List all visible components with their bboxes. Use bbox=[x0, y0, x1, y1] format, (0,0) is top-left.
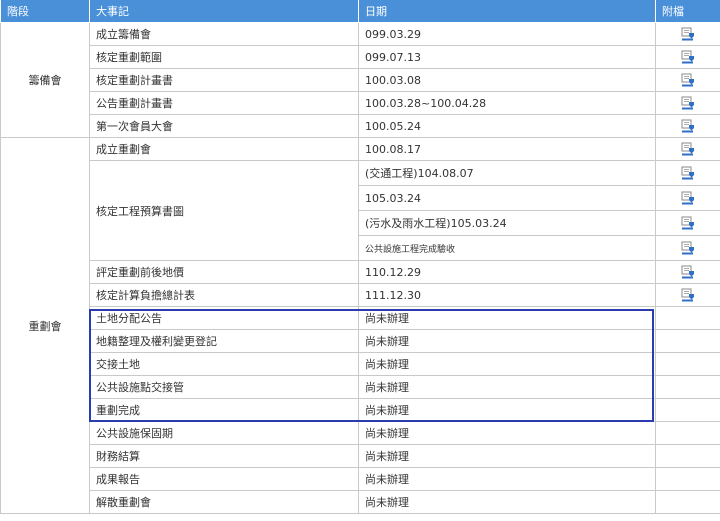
date-cell: 110.12.29 bbox=[358, 260, 656, 284]
event-cell: 公共設施點交接管 bbox=[89, 375, 359, 399]
table-row: 核定工程預算書圖 (交通工程)104.08.07 bbox=[1, 160, 720, 261]
table-row: 核定重劃計畫書 100.03.08 bbox=[1, 68, 720, 92]
table-row: 交接土地 尚未辦理 bbox=[1, 352, 720, 376]
event-cell: 成果報告 bbox=[89, 467, 359, 491]
event-cell: 土地分配公告 bbox=[89, 306, 359, 330]
attachment-cell bbox=[655, 91, 720, 115]
event-cell: 核定重劃計畫書 bbox=[89, 68, 359, 92]
table-row: 評定重劃前後地價 110.12.29 bbox=[1, 260, 720, 284]
header-stage: 階段 bbox=[0, 0, 90, 23]
event-cell: 解散重劃會 bbox=[89, 490, 359, 514]
attachment-cell bbox=[655, 68, 720, 92]
download-icon[interactable] bbox=[681, 73, 695, 87]
download-icon[interactable] bbox=[681, 96, 695, 110]
milestone-page: 階段 大事記 日期 附檔 籌備會 成立籌備會 099.03.29 核定重劃範圍 … bbox=[0, 0, 720, 521]
download-icon[interactable] bbox=[681, 50, 695, 64]
date-cell: 尚未辦理 bbox=[358, 352, 656, 376]
attachment-cell bbox=[655, 45, 720, 69]
table-row: 解散重劃會 尚未辦理 bbox=[1, 490, 720, 514]
date-cell: 099.03.29 bbox=[358, 22, 656, 46]
attachment-cell bbox=[655, 160, 720, 186]
event-cell: 重劃完成 bbox=[89, 398, 359, 422]
table-row: 公共設施保固期 尚未辦理 bbox=[1, 421, 720, 445]
date-cell: 100.03.08 bbox=[358, 68, 656, 92]
date-cell: 100.05.24 bbox=[358, 114, 656, 138]
attachment-cell bbox=[655, 329, 720, 353]
date-cell: 105.03.24 bbox=[358, 185, 656, 211]
header-date: 日期 bbox=[358, 0, 656, 23]
date-cell: (交通工程)104.08.07 bbox=[358, 160, 656, 186]
event-cell: 公告重劃計畫書 bbox=[89, 91, 359, 115]
download-icon[interactable] bbox=[681, 119, 695, 133]
table-row: 重劃會 成立重劃會 100.08.17 bbox=[0, 137, 720, 514]
attachment-cell bbox=[655, 22, 720, 46]
date-cell: 尚未辦理 bbox=[358, 306, 656, 330]
attachment-cell bbox=[655, 283, 720, 307]
download-icon[interactable] bbox=[681, 241, 695, 255]
date-cell: 100.08.17 bbox=[358, 137, 656, 161]
date-cell: 尚未辦理 bbox=[358, 421, 656, 445]
date-cell: 尚未辦理 bbox=[358, 444, 656, 468]
event-cell: 第一次會員大會 bbox=[89, 114, 359, 138]
header-event: 大事記 bbox=[89, 0, 359, 23]
attachment-cell bbox=[655, 235, 720, 261]
download-icon[interactable] bbox=[681, 265, 695, 279]
attachment-cell bbox=[655, 375, 720, 399]
stage-cell: 重劃會 bbox=[0, 137, 90, 514]
download-icon[interactable] bbox=[681, 216, 695, 230]
attachment-cell bbox=[655, 137, 720, 161]
attachment-cell bbox=[655, 398, 720, 422]
download-icon[interactable] bbox=[681, 166, 695, 180]
attachment-cell bbox=[655, 210, 720, 236]
attachment-cell bbox=[655, 260, 720, 284]
event-cell: 評定重劃前後地價 bbox=[89, 260, 359, 284]
event-cell: 地籍整理及權利變更登記 bbox=[89, 329, 359, 353]
event-cell: 核定工程預算書圖 bbox=[89, 160, 359, 261]
event-cell: 成立籌備會 bbox=[89, 22, 359, 46]
table-row: 第一次會員大會 100.05.24 bbox=[1, 114, 720, 138]
date-cell: 111.12.30 bbox=[358, 283, 656, 307]
attachment-cell bbox=[655, 352, 720, 376]
date-cell: 100.03.28~100.04.28 bbox=[358, 91, 656, 115]
table-header: 階段 大事記 日期 附檔 bbox=[0, 0, 720, 23]
event-cell: 交接土地 bbox=[89, 352, 359, 376]
event-cell: 成立重劃會 bbox=[89, 137, 359, 161]
event-cell: 核定重劃範圍 bbox=[89, 45, 359, 69]
event-cell: 財務結算 bbox=[89, 444, 359, 468]
date-cell: 尚未辦理 bbox=[358, 398, 656, 422]
table-row: 成果報告 尚未辦理 bbox=[1, 467, 720, 491]
table-row: 籌備會 成立籌備會 099.03.29 bbox=[0, 22, 720, 138]
table-row: 重劃完成 尚未辦理 bbox=[1, 398, 720, 422]
date-cell: 尚未辦理 bbox=[358, 490, 656, 514]
table-row: 地籍整理及權利變更登記 尚未辦理 bbox=[1, 329, 720, 353]
download-icon[interactable] bbox=[681, 288, 695, 302]
attachment-cell bbox=[655, 185, 720, 211]
download-icon[interactable] bbox=[681, 142, 695, 156]
table-row: 核定重劃範圍 099.07.13 bbox=[1, 45, 720, 69]
attachment-cell bbox=[655, 467, 720, 491]
header-attachment: 附檔 bbox=[655, 0, 720, 23]
table-row: 公共設施點交接管 尚未辦理 bbox=[1, 375, 720, 399]
event-cell: 核定計算負擔總計表 bbox=[89, 283, 359, 307]
attachment-cell bbox=[655, 114, 720, 138]
date-cell: 尚未辦理 bbox=[358, 329, 656, 353]
attachment-cell bbox=[655, 421, 720, 445]
attachment-cell bbox=[655, 490, 720, 514]
date-cell: 公共設施工程完成驗收 bbox=[358, 235, 656, 261]
table-row: 核定計算負擔總計表 111.12.30 bbox=[1, 283, 720, 307]
table-row: 公告重劃計畫書 100.03.28~100.04.28 bbox=[1, 91, 720, 115]
milestone-table: 階段 大事記 日期 附檔 籌備會 成立籌備會 099.03.29 核定重劃範圍 … bbox=[0, 0, 720, 514]
date-cell: 099.07.13 bbox=[358, 45, 656, 69]
attachment-cell bbox=[655, 306, 720, 330]
download-icon[interactable] bbox=[681, 27, 695, 41]
date-cell: 尚未辦理 bbox=[358, 467, 656, 491]
date-cell: 尚未辦理 bbox=[358, 375, 656, 399]
stage-cell: 籌備會 bbox=[0, 22, 90, 138]
date-cell: (污水及雨水工程)105.03.24 bbox=[358, 210, 656, 236]
table-row: 財務結算 尚未辦理 bbox=[1, 444, 720, 468]
event-cell: 公共設施保固期 bbox=[89, 421, 359, 445]
download-icon[interactable] bbox=[681, 191, 695, 205]
table-row: 土地分配公告 尚未辦理 bbox=[1, 306, 720, 330]
attachment-cell bbox=[655, 444, 720, 468]
